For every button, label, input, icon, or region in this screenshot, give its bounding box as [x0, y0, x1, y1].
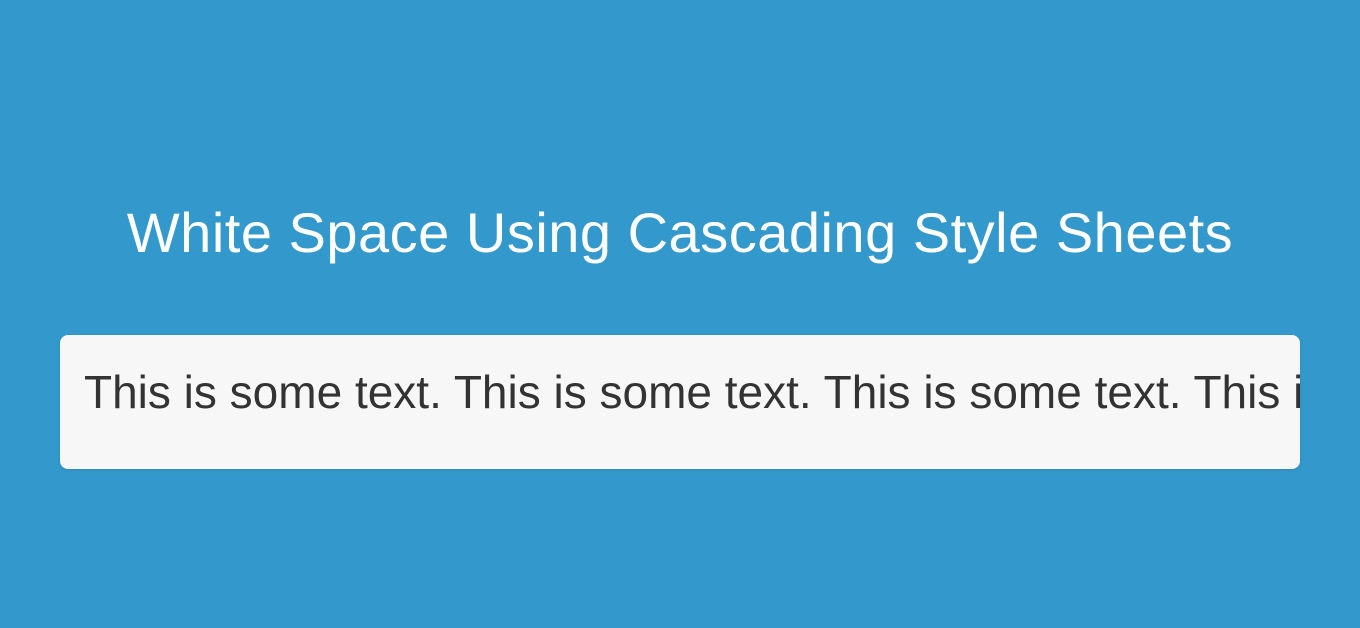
main-container: White Space Using Cascading Style Sheets… [0, 0, 1360, 469]
page-title: White Space Using Cascading Style Sheets [60, 200, 1300, 265]
whitespace-demo-box: This is some text. This is some text. Th… [60, 335, 1300, 469]
